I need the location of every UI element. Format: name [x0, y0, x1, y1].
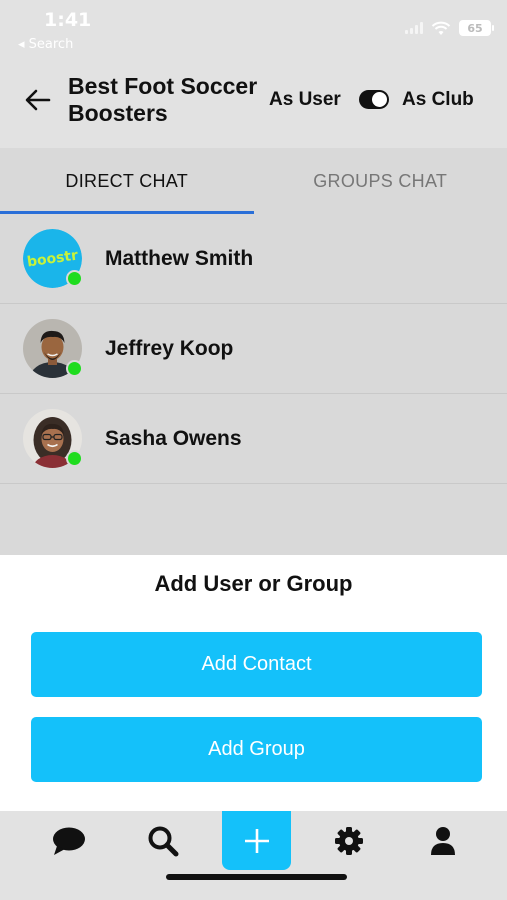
chat-header: Best Foot Soccer Boosters As User As Clu…: [0, 56, 507, 148]
online-status-dot: [66, 360, 83, 377]
nav-settings[interactable]: [329, 821, 369, 861]
back-arrow-icon[interactable]: [22, 84, 54, 116]
nav-search[interactable]: [143, 821, 183, 861]
profile-icon: [431, 827, 455, 855]
nav-profile[interactable]: [423, 821, 463, 861]
nav-add[interactable]: [222, 811, 291, 870]
club-title: Best Foot Soccer Boosters: [68, 73, 258, 126]
nav-chat[interactable]: [49, 821, 89, 861]
online-status-dot: [66, 270, 83, 287]
toggle-label-as-user: As User: [269, 89, 341, 110]
chat-contact-name: Matthew Smith: [105, 246, 254, 270]
user-club-toggle[interactable]: [359, 90, 389, 109]
chat-item-sasha-owens[interactable]: Sasha Owens: [0, 394, 507, 484]
battery-indicator: 65: [459, 20, 494, 36]
add-user-or-group-sheet: Add User or Group Add Contact Add Group: [0, 555, 507, 811]
status-time: 1:41: [44, 9, 92, 31]
chat-item-matthew-smith[interactable]: boostr Matthew Smith: [0, 214, 507, 304]
status-bar: 1:41 ◂ Search 65: [0, 0, 507, 56]
home-indicator[interactable]: [166, 874, 347, 880]
chat-tabs: DIRECT CHAT GROUPS CHAT: [0, 148, 507, 214]
search-icon: [148, 826, 179, 857]
add-group-button[interactable]: Add Group: [31, 717, 482, 782]
toggle-label-as-club: As Club: [402, 89, 474, 110]
wifi-icon: [431, 21, 451, 35]
sheet-title: Add User or Group: [154, 571, 353, 596]
tab-groups-chat[interactable]: GROUPS CHAT: [254, 148, 507, 214]
toggle-knob: [372, 92, 387, 107]
tab-direct-chat[interactable]: DIRECT CHAT: [0, 148, 254, 214]
bottom-nav: [0, 811, 507, 900]
cellular-signal-icon: [405, 22, 423, 34]
chat-item-jeffrey-koop[interactable]: Jeffrey Koop: [0, 304, 507, 394]
status-indicators: 65: [405, 20, 494, 36]
online-status-dot: [66, 450, 83, 467]
chat-contact-name: Jeffrey Koop: [105, 336, 234, 360]
chat-contact-name: Sasha Owens: [105, 426, 242, 450]
add-contact-button[interactable]: Add Contact: [31, 632, 482, 697]
plus-icon: [244, 828, 269, 853]
direct-chat-list: boostr Matthew Smith Jeffrey Koop Sasha …: [0, 214, 507, 484]
back-to-app-link[interactable]: ◂ Search: [18, 37, 73, 52]
gear-icon: [335, 827, 363, 855]
chat-icon: [53, 827, 85, 855]
